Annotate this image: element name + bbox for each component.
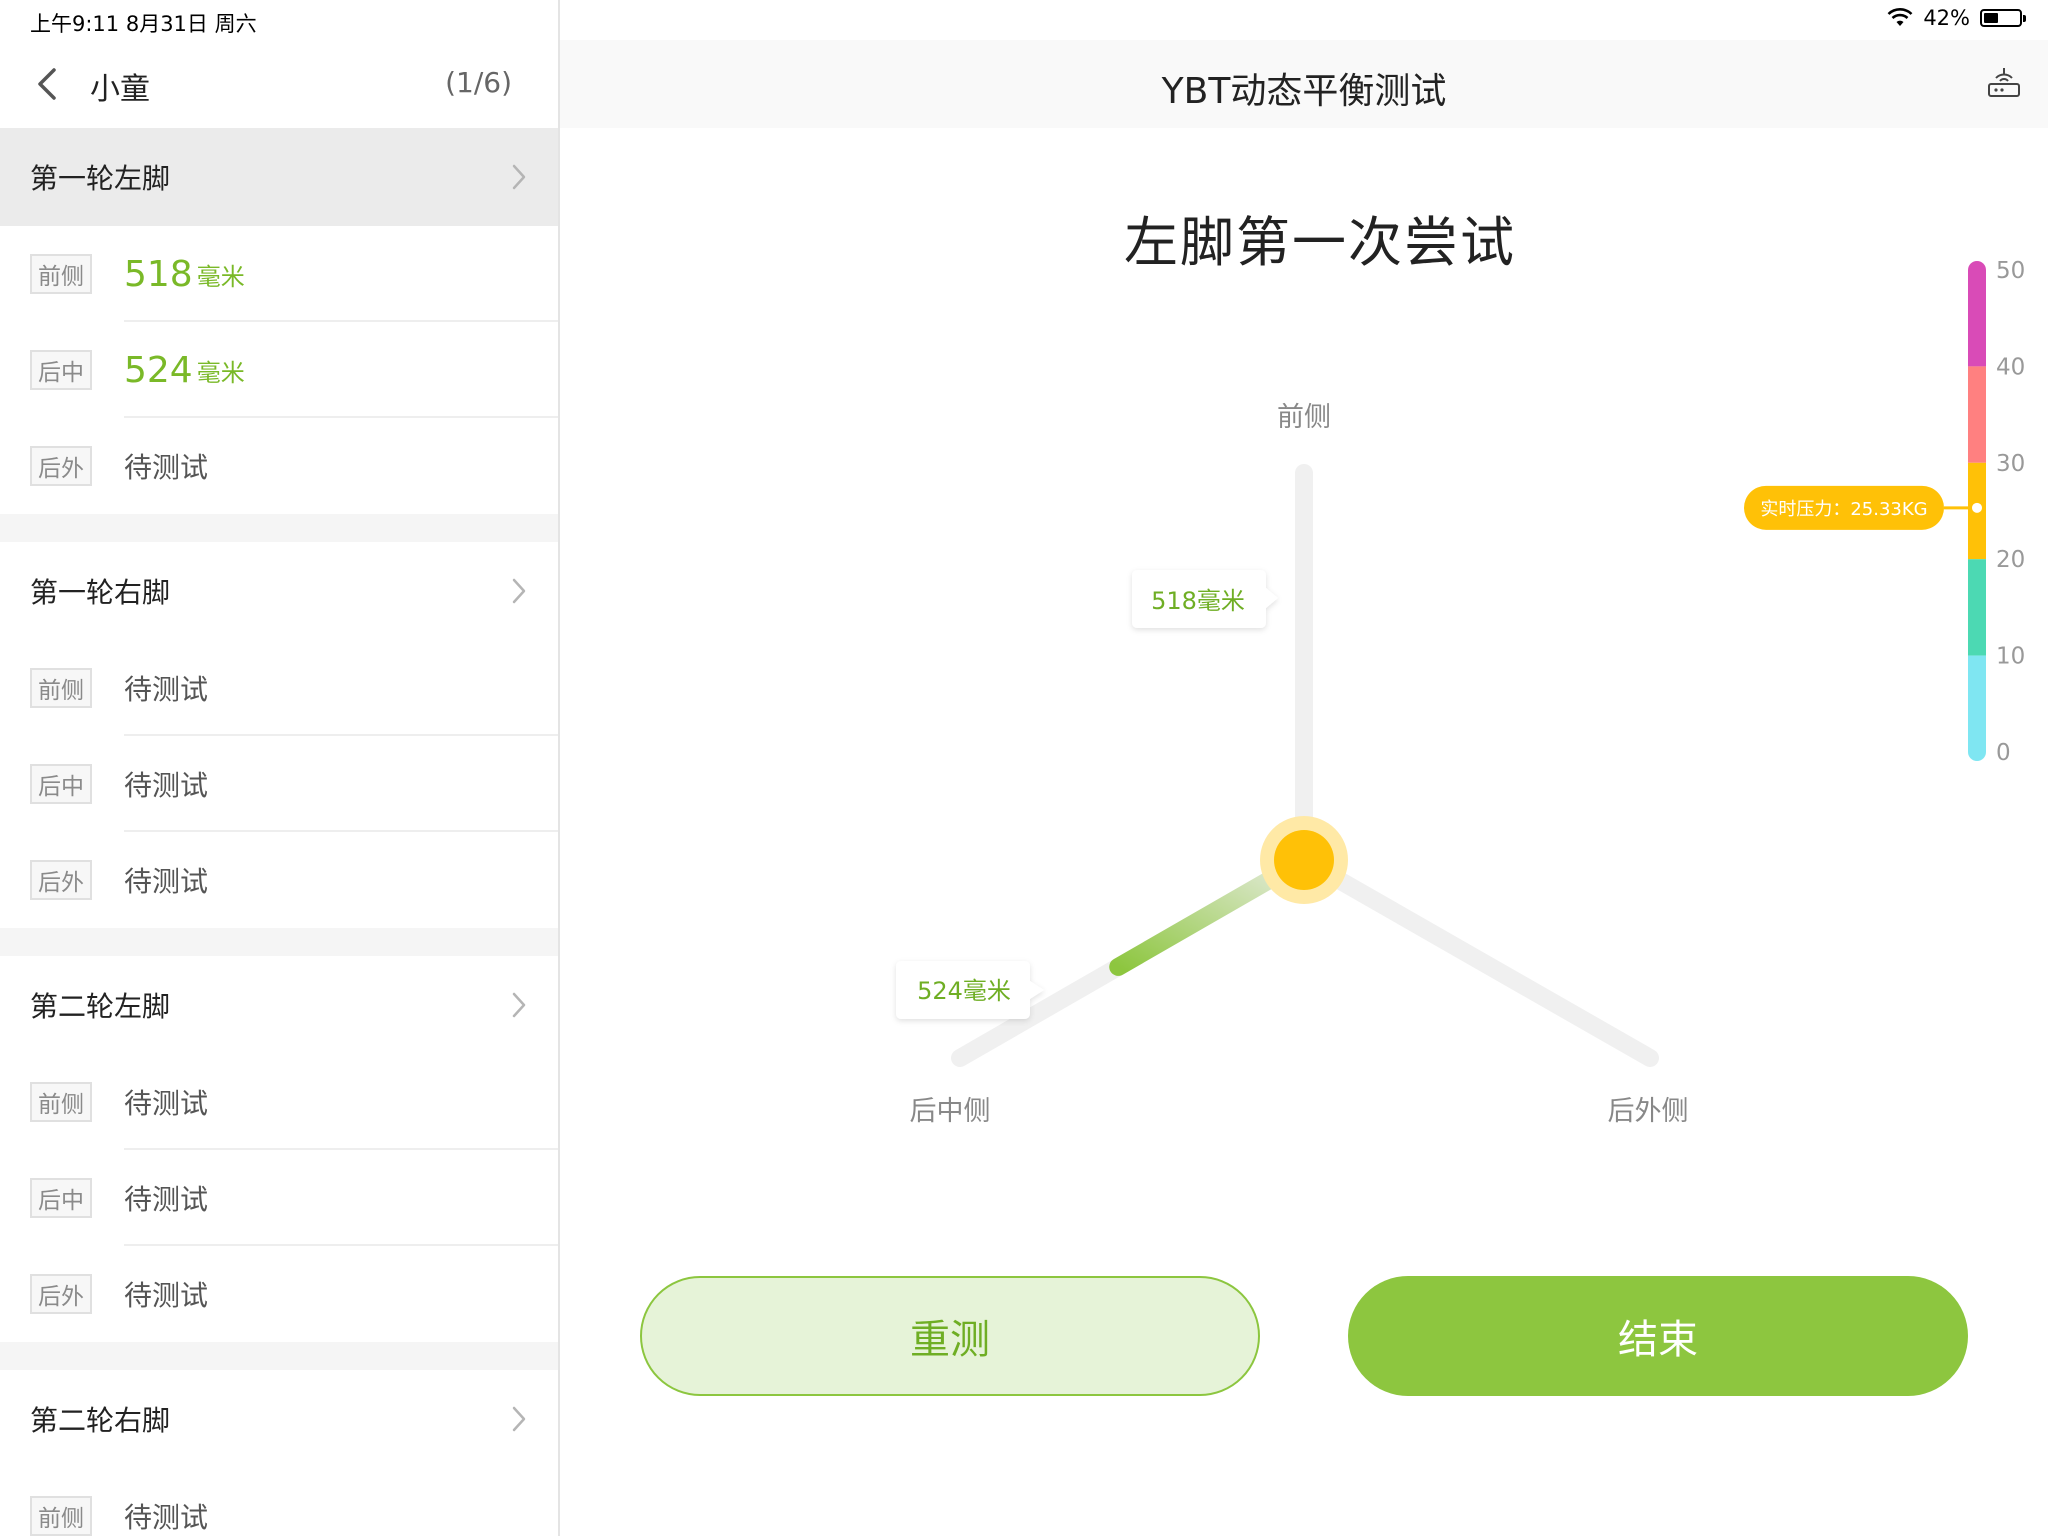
gauge-tick-label: 50: [1996, 258, 2025, 284]
device-connect-icon[interactable]: [1986, 66, 2022, 104]
measure-row: 后外 待测试: [0, 832, 558, 928]
direction-label-anterior: 前侧: [1277, 402, 1331, 433]
gauge-tick-label: 0: [1996, 740, 2011, 766]
measure-row: 前侧 待测试: [0, 1468, 558, 1536]
measure-row: 后外 待测试: [0, 418, 558, 514]
measure-value: 待测试: [124, 1279, 209, 1312]
page-title: YBT动态平衡测试: [1161, 71, 1447, 112]
measure-value: 524: [124, 349, 193, 391]
group-gap: [0, 928, 558, 956]
battery-icon: [1980, 9, 2026, 27]
gauge-band: [1968, 559, 1986, 656]
round-title: 第一轮右脚: [30, 576, 171, 609]
measure-unit: 毫米: [196, 358, 245, 387]
measure-row: 前侧 待测试: [0, 1054, 558, 1150]
chevron-right-icon: [510, 1404, 528, 1438]
measure-value: 待测试: [124, 451, 209, 484]
status-right: 42%: [1887, 6, 2026, 30]
measure-value: 待测试: [124, 769, 209, 802]
gauge-tick-label: 20: [1996, 547, 2025, 573]
round-header[interactable]: 第二轮左脚: [0, 956, 558, 1054]
measure-row: 前侧 518 毫米: [0, 226, 558, 322]
gauge-tick-label: 30: [1996, 451, 2025, 477]
measure-row: 后中 待测试: [0, 1150, 558, 1246]
gauge-band: [1968, 366, 1986, 463]
chevron-right-icon: [510, 576, 528, 610]
posterolateral-track: [1295, 851, 1659, 1067]
measure-row: 后中 524 毫米: [0, 322, 558, 418]
measure-row: 后中 待测试: [0, 736, 558, 832]
status-bar: 上午9:11 8月31日 周六 42%: [0, 0, 2048, 40]
page-count: (1/6): [445, 66, 512, 99]
gauge-tick-label: 10: [1996, 644, 2025, 670]
center-point: [1274, 830, 1334, 890]
group-gap: [0, 1342, 558, 1370]
measure-row: 前侧 待测试: [0, 640, 558, 736]
ybt-diagram: 前侧 后中侧 后外侧 518毫米 524毫米 50 40 30 20 10 0 实时压力：2…: [896, 258, 2025, 1127]
direction-label-posterolateral: 后外侧: [1608, 1096, 1689, 1127]
direction-badge: 后外: [30, 860, 92, 900]
measure-value: 待测试: [124, 1501, 209, 1534]
measure-value: 待测试: [124, 865, 209, 898]
measure-value: 518: [124, 253, 193, 295]
pressure-indicator-dot: [1970, 500, 1984, 515]
round-header[interactable]: 第二轮右脚: [0, 1370, 558, 1468]
gauge-band: [1968, 655, 1986, 752]
anterior-distance-label: 518毫米: [1151, 587, 1245, 615]
back-arrow-icon[interactable]: [30, 64, 66, 104]
gauge-tick-label: 40: [1996, 354, 2025, 380]
sidebar-header: 小童 (1/6): [0, 40, 558, 128]
round-header[interactable]: 第一轮左脚: [0, 128, 558, 226]
pressure-indicator-label: 实时压力：25.33KG: [1760, 499, 1927, 520]
round-title: 第一轮左脚: [30, 162, 171, 195]
direction-badge: 前侧: [30, 668, 92, 708]
round-title: 第二轮右脚: [30, 1404, 171, 1437]
student-name: 小童: [90, 72, 150, 107]
direction-badge: 后外: [30, 446, 92, 486]
end-button[interactable]: 结束: [1348, 1276, 1968, 1396]
group-gap: [0, 514, 558, 542]
pressure-gauge: 50 40 30 20 10 0 实时压力：25.33KG: [1744, 258, 2025, 766]
retest-button[interactable]: 重测: [640, 1276, 1260, 1396]
direction-badge: 前侧: [30, 1082, 92, 1122]
direction-badge: 前侧: [30, 254, 92, 294]
measure-unit: 毫米: [196, 262, 245, 291]
direction-badge: 后中: [30, 1178, 92, 1218]
measure-value: 待测试: [124, 1087, 209, 1120]
battery-percent: 42%: [1923, 6, 1970, 30]
direction-badge: 后中: [30, 764, 92, 804]
sidebar: 小童 (1/6) 第一轮左脚 前侧 518 毫米 后中 524 毫米 后外 待测试 第一轮右脚 前侧…: [0, 0, 560, 1536]
top-nav-bar: YBT动态平衡测试: [560, 40, 2048, 128]
posteromedial-distance-label: 524毫米: [917, 977, 1011, 1005]
direction-label-posteromedial: 后中侧: [910, 1096, 991, 1127]
measure-row: 后外 待测试: [0, 1246, 558, 1342]
wifi-icon: [1887, 8, 1913, 28]
direction-badge: 后外: [30, 1274, 92, 1314]
round-list: 第一轮左脚 前侧 518 毫米 后中 524 毫米 后外 待测试 第一轮右脚 前侧 待测试 后中 待测试后…: [0, 128, 558, 1536]
chevron-right-icon: [510, 990, 528, 1024]
status-time: 上午9:11 8月31日 周六: [30, 12, 257, 36]
measure-value: 待测试: [124, 1183, 209, 1216]
round-header[interactable]: 第一轮右脚: [0, 542, 558, 640]
chevron-right-icon: [510, 162, 528, 196]
direction-badge: 前侧: [30, 1496, 92, 1536]
gauge-band: [1968, 270, 1986, 367]
direction-badge: 后中: [30, 350, 92, 390]
round-title: 第二轮左脚: [30, 990, 171, 1023]
measure-value: 待测试: [124, 673, 209, 706]
